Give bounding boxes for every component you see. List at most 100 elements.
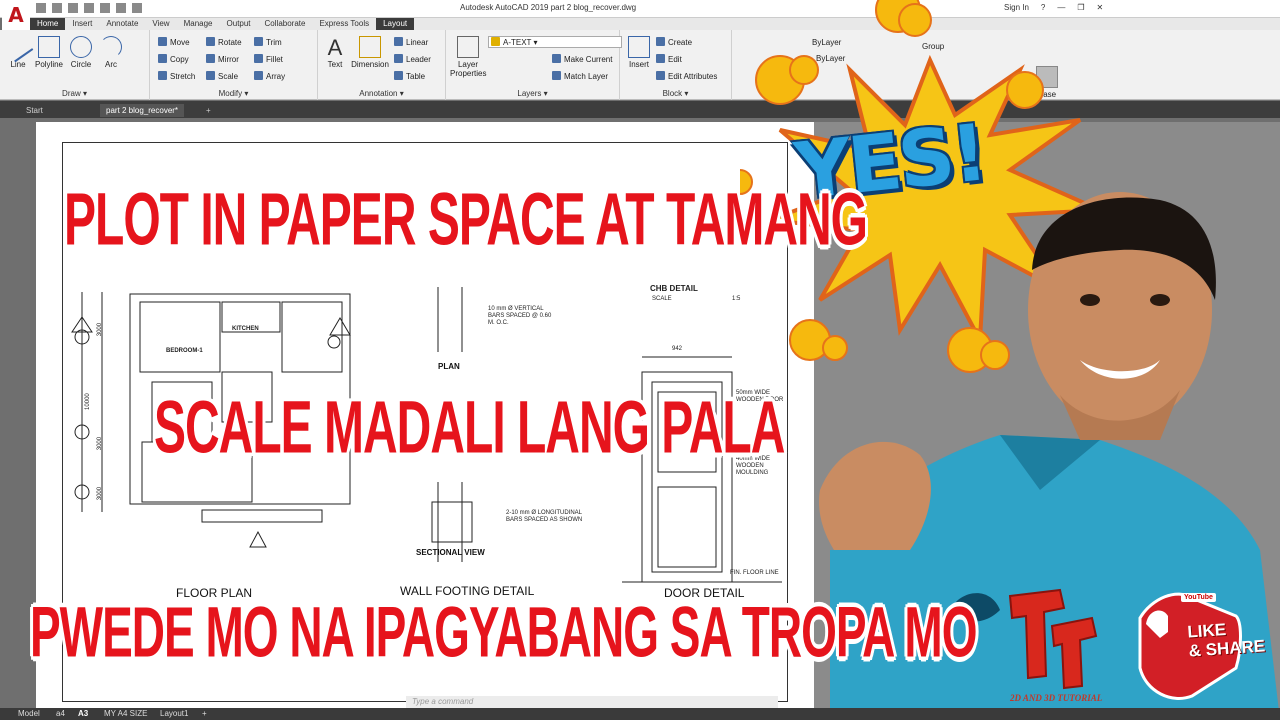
edit-label: Edit: [668, 55, 682, 64]
tab-manage[interactable]: Manage: [177, 18, 220, 30]
table-label: Table: [406, 72, 426, 81]
new-doc-tab[interactable]: +: [200, 104, 217, 117]
mirror-label: Mirror: [218, 55, 239, 64]
layout-tab-a4[interactable]: a4: [56, 709, 65, 718]
scale-icon: [206, 71, 215, 80]
tab-annotate[interactable]: Annotate: [99, 18, 145, 30]
tab-collaborate[interactable]: Collaborate: [258, 18, 313, 30]
save-icon[interactable]: [68, 3, 78, 13]
edit-attributes-icon: [656, 71, 665, 80]
plot-icon[interactable]: [100, 3, 110, 13]
dim-left-3: 3000: [97, 486, 104, 501]
draw-panel-title[interactable]: Draw ▾: [0, 89, 149, 98]
trim-label: Trim: [266, 38, 282, 47]
tab-layout[interactable]: Layout: [376, 18, 415, 30]
tab-home[interactable]: Home: [30, 18, 66, 30]
dim-left-1: 3000: [97, 322, 104, 337]
doc-tab-drawing[interactable]: part 2 blog_recover*: [100, 104, 185, 117]
annotation-panel-title[interactable]: Annotation ▾: [318, 89, 445, 98]
mirror-tool[interactable]: Mirror: [206, 54, 239, 64]
layout-tab-layout1[interactable]: Layout1: [160, 709, 188, 718]
edit-attributes-tool[interactable]: Edit Attributes: [656, 71, 717, 81]
text-tool[interactable]: A Text: [322, 35, 348, 70]
annotation-panel: A Text Dimension Linear Leader Table Anno…: [318, 30, 446, 100]
linear-label: Linear: [406, 38, 429, 47]
arc-label: Arc: [105, 60, 117, 69]
layer-properties-icon: [457, 36, 479, 58]
line-icon: [2, 31, 34, 63]
tab-express-tools[interactable]: Express Tools: [312, 18, 376, 30]
polyline-icon: [38, 36, 60, 58]
match-layer-label: Match Layer: [564, 72, 609, 81]
move-tool[interactable]: Move: [158, 37, 190, 47]
new-icon[interactable]: [36, 3, 46, 13]
save-as-icon[interactable]: [84, 3, 94, 13]
arc-tool[interactable]: Arc: [98, 36, 124, 69]
insert-tool[interactable]: Insert: [624, 36, 654, 69]
tab-output[interactable]: Output: [220, 18, 258, 30]
modify-panel-title[interactable]: Modify ▾: [150, 89, 317, 98]
match-layer-icon: [552, 71, 561, 80]
dimension-tool[interactable]: Dimension: [350, 36, 390, 69]
channel-name: 2D AND 3D TUTORIAL: [1010, 693, 1103, 703]
autocad-logo[interactable]: A: [2, 0, 30, 30]
add-layout-tab[interactable]: +: [202, 709, 207, 718]
fillet-tool[interactable]: Fillet: [254, 54, 283, 64]
scale-tool[interactable]: Scale: [206, 71, 238, 81]
like-share-text: LIKE & SHARE: [1187, 617, 1266, 661]
rotate-tool[interactable]: Rotate: [206, 37, 242, 47]
doc-tab-start[interactable]: Start: [20, 104, 49, 117]
longitudinal-bars-note: 2-10 mm Ø LONGITUDINAL BARS SPACED AS SH…: [506, 510, 583, 524]
open-icon[interactable]: [52, 3, 62, 13]
command-line-input[interactable]: Type a command: [406, 696, 778, 708]
circle-tool[interactable]: Circle: [68, 36, 94, 69]
layout-tab-my-a4-size[interactable]: MY A4 SIZE: [104, 709, 147, 718]
stretch-label: Stretch: [170, 72, 196, 81]
redo-icon[interactable]: [132, 3, 142, 13]
trim-icon: [254, 37, 263, 46]
layout-tab-model[interactable]: Model: [18, 709, 40, 718]
edit-icon: [656, 54, 665, 63]
vertical-bars-note: 10 mm Ø VERTICAL BARS SPACED @ 0.60 M. O…: [488, 306, 552, 327]
create-icon: [656, 37, 665, 46]
create-tool[interactable]: Create: [656, 37, 692, 47]
polyline-tool[interactable]: Polyline: [32, 36, 66, 69]
layer-properties-tool[interactable]: Layer Properties: [450, 36, 486, 78]
array-label: Array: [266, 72, 286, 81]
copy-tool[interactable]: Copy: [158, 54, 189, 64]
match-layer-tool[interactable]: Match Layer: [552, 71, 608, 81]
headline-line-2: SCALE MADALI LANG PALA: [154, 387, 785, 470]
mirror-icon: [206, 54, 215, 63]
arc-icon: [100, 36, 122, 58]
move-label: Move: [170, 38, 190, 47]
leader-tool[interactable]: Leader: [394, 54, 431, 64]
layout-tab-a3[interactable]: A3: [78, 709, 88, 718]
current-layer-value: A-TEXT: [503, 38, 532, 47]
tab-insert[interactable]: Insert: [65, 18, 99, 30]
table-icon: [394, 71, 403, 80]
make-current-tool[interactable]: Make Current: [552, 54, 612, 64]
insert-icon: [628, 36, 650, 58]
block-panel-title[interactable]: Block ▾: [620, 89, 731, 98]
trim-tool[interactable]: Trim: [254, 37, 282, 47]
layers-panel-title[interactable]: Layers ▾: [446, 89, 619, 98]
edit-attributes-label: Edit Attributes: [668, 72, 718, 81]
linear-tool[interactable]: Linear: [394, 37, 428, 47]
tab-view[interactable]: View: [145, 18, 176, 30]
layer-dropdown[interactable]: A-TEXT ▾: [488, 36, 622, 48]
edit-tool[interactable]: Edit: [656, 54, 682, 64]
array-tool[interactable]: Array: [254, 71, 285, 81]
undo-icon[interactable]: [116, 3, 126, 13]
line-tool[interactable]: Line: [2, 31, 34, 69]
dimension-label: Dimension: [351, 60, 389, 69]
table-tool[interactable]: Table: [394, 71, 425, 81]
stretch-icon: [158, 71, 167, 80]
array-icon: [254, 71, 263, 80]
text-icon: A: [327, 35, 343, 60]
layer-properties-label: Layer Properties: [450, 60, 487, 78]
headline-line-3: PWEDE MO NA IPAGYABANG SA TROPA MO: [30, 591, 978, 673]
circle-icon: [70, 36, 92, 58]
stretch-tool[interactable]: Stretch: [158, 71, 195, 81]
dimension-942: 942: [672, 346, 683, 352]
text-label: Text: [327, 60, 343, 69]
